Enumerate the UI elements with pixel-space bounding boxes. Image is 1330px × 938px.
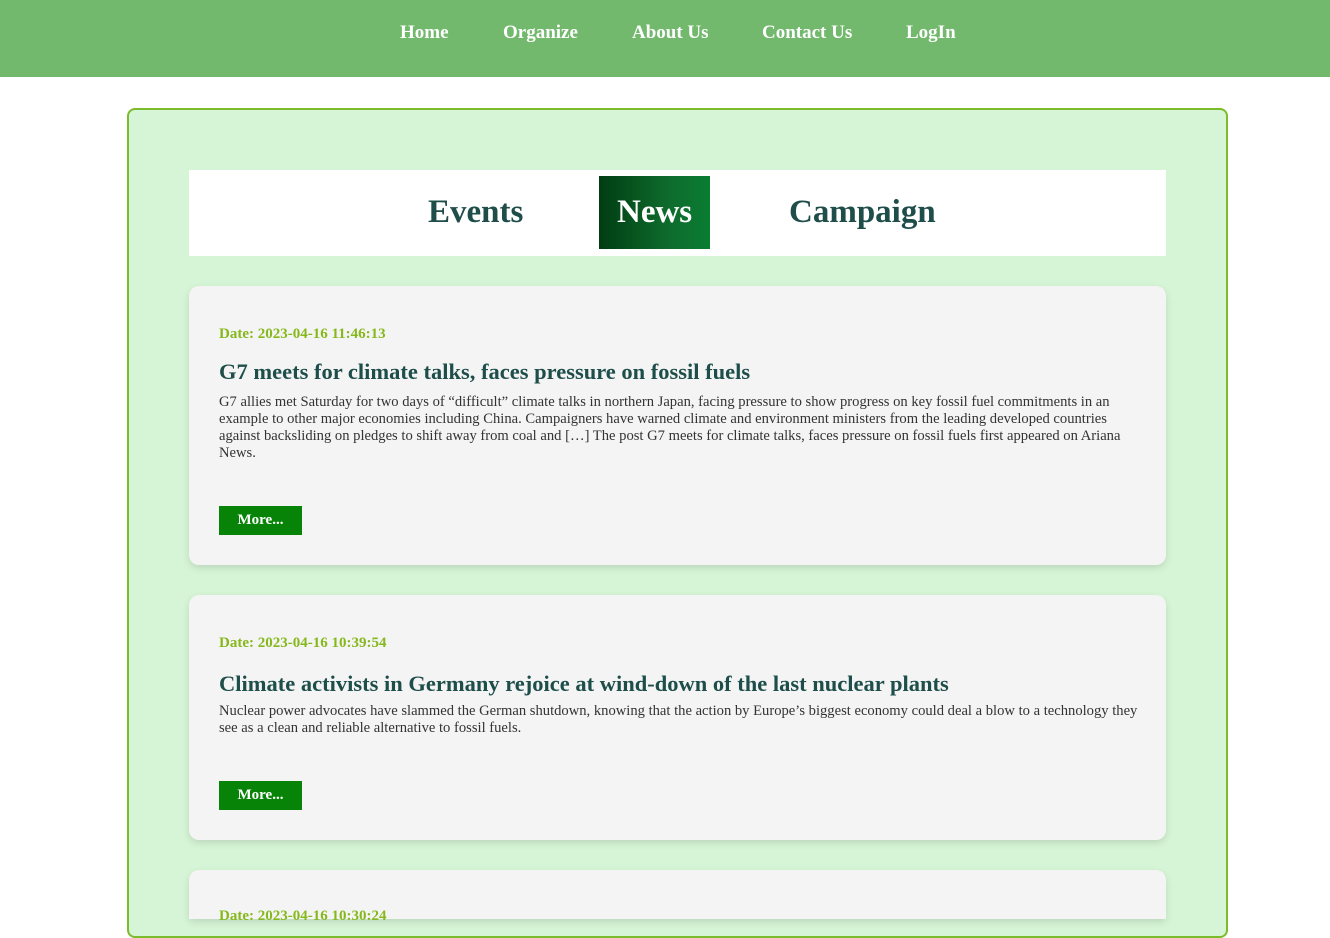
news-title: Climate activists in Germany rejoice at …: [219, 671, 949, 696]
main-nav: Home Organize About Us Contact Us LogIn: [0, 0, 1330, 77]
more-button[interactable]: More...: [219, 506, 302, 535]
section-tabs: Events News Campaign: [189, 170, 1166, 256]
news-card: Date: 2023-04-16 10:39:54 Climate activi…: [189, 595, 1166, 840]
nav-organize-link[interactable]: Organize: [503, 22, 578, 44]
top-navbar: Home Organize About Us Contact Us LogIn: [0, 0, 1330, 77]
tab-events[interactable]: Events: [428, 176, 523, 249]
tab-news[interactable]: News: [599, 176, 711, 249]
news-date: Date: 2023-04-16 10:30:24: [219, 908, 387, 924]
news-card: Date: 2023-04-16 11:46:13 G7 meets for c…: [189, 286, 1166, 565]
nav-contact-us-link[interactable]: Contact Us: [762, 22, 852, 44]
nav-home-link[interactable]: Home: [400, 22, 449, 44]
more-button[interactable]: More...: [219, 781, 302, 810]
nav-about-us-link[interactable]: About Us: [632, 22, 709, 44]
tab-campaign[interactable]: Campaign: [789, 176, 936, 249]
news-date: Date: 2023-04-16 11:46:13: [219, 326, 386, 342]
nav-login-link[interactable]: LogIn: [906, 22, 956, 44]
news-summary: G7 allies met Saturday for two days of “…: [219, 394, 1121, 461]
news-date: Date: 2023-04-16 10:39:54: [219, 635, 387, 651]
news-title: G7 meets for climate talks, faces pressu…: [219, 359, 751, 384]
news-card: Date: 2023-04-16 10:30:24: [189, 870, 1166, 924]
news-summary: Nuclear power advocates have slammed the…: [219, 703, 1138, 736]
